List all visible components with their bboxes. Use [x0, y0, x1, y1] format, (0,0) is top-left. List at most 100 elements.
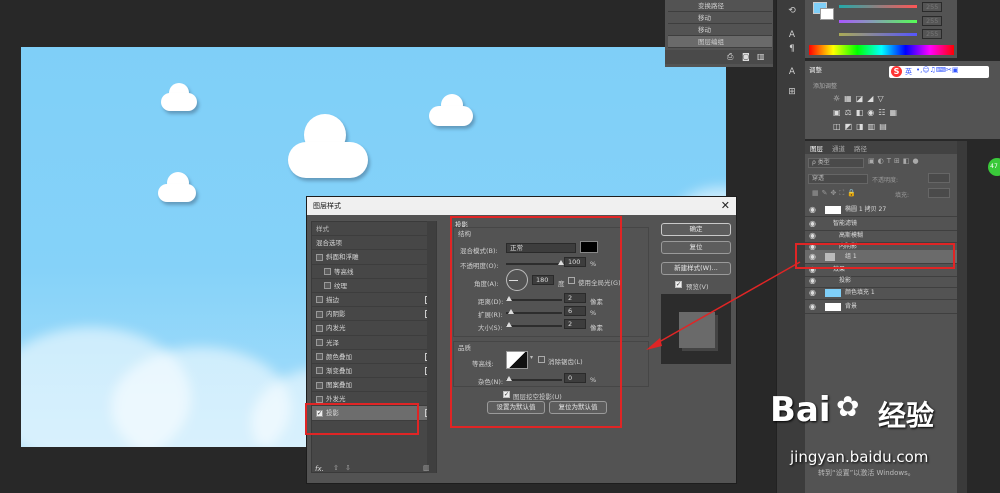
- paragraph-icon[interactable]: ¶: [783, 44, 801, 58]
- layer-row[interactable]: ◉ 颜色填充 1: [805, 286, 957, 300]
- tab-adjust[interactable]: 调整: [809, 64, 822, 74]
- style-checkbox[interactable]: [316, 395, 323, 403]
- close-icon[interactable]: ✕: [721, 199, 730, 212]
- layer-filter[interactable]: ρ 类型: [808, 158, 864, 168]
- layers-tab-0[interactable]: 图层: [810, 143, 823, 153]
- style-label: 等高线: [334, 267, 354, 276]
- adjustments-panel: 调整 添加调整 S 英 •,☺♫⌨✂▣ ☼▦◪◢▽ ▣⚖◧◉☷▦ ◫◩◨▥▤: [805, 61, 1000, 139]
- history-item[interactable]: 变换路径: [668, 0, 772, 12]
- blend-options-item[interactable]: 混合选项: [312, 236, 436, 251]
- style-item[interactable]: 描边+: [312, 293, 436, 308]
- highlight-shadow-item: [305, 403, 419, 435]
- style-item[interactable]: 纹理: [312, 279, 436, 293]
- adjust-icons-row3[interactable]: ◫◩◨▥▤: [833, 122, 891, 131]
- layer-name: 背景: [845, 303, 858, 310]
- layers-tab-2[interactable]: 路径: [854, 143, 867, 153]
- style-checkbox[interactable]: [324, 282, 331, 290]
- style-checkbox[interactable]: [316, 353, 323, 361]
- layers-tabs: 图层 通道 路径: [805, 141, 957, 154]
- history-item[interactable]: 移动: [668, 24, 772, 36]
- style-item[interactable]: 光泽: [312, 336, 436, 350]
- snapshot-icon[interactable]: ⎙: [727, 52, 733, 62]
- layers-tab-1[interactable]: 通道: [832, 143, 845, 153]
- trash-icon[interactable]: ▥: [757, 52, 765, 61]
- style-label: 内阴影: [326, 310, 346, 319]
- visibility-eye-icon[interactable]: ◉: [809, 203, 816, 217]
- highlight-shadow-pane: [450, 216, 622, 428]
- glyph-icon[interactable]: A: [783, 67, 801, 81]
- style-label: 内发光: [326, 324, 346, 333]
- style-item[interactable]: 内发光: [312, 321, 436, 336]
- green-value[interactable]: 255: [922, 16, 942, 26]
- visibility-eye-icon[interactable]: ◉: [809, 300, 816, 314]
- history-brush-icon[interactable]: ⟲: [783, 6, 801, 20]
- layer-fill-field[interactable]: [928, 188, 950, 198]
- layer-name: 颜色填充 1: [845, 289, 875, 296]
- style-item[interactable]: 等高线: [312, 265, 436, 279]
- style-checkbox[interactable]: [316, 310, 323, 318]
- camera-icon[interactable]: ◙: [742, 52, 750, 61]
- style-label: 描边: [326, 295, 339, 304]
- history-item[interactable]: 图层编组: [668, 36, 772, 48]
- ok-button[interactable]: 确定: [661, 223, 731, 236]
- style-checkbox[interactable]: [316, 339, 323, 346]
- color-ramp[interactable]: [809, 45, 954, 55]
- character-icon[interactable]: A: [783, 30, 801, 44]
- history-item[interactable]: 移动: [668, 12, 772, 24]
- blue-value[interactable]: 255: [922, 29, 942, 39]
- style-label: 斜面和浮雕: [326, 253, 359, 262]
- properties-icon[interactable]: ⊞: [783, 87, 801, 101]
- style-checkbox[interactable]: [316, 296, 323, 304]
- fx-icon[interactable]: fx.: [315, 465, 324, 473]
- color-panel: 255 255 255: [805, 0, 957, 58]
- adjust-icons-row1[interactable]: ☼▦◪◢▽: [833, 94, 888, 103]
- style-label: 渐变叠加: [326, 366, 352, 375]
- baidu-watermark: Bai ✿ 经验: [770, 388, 970, 448]
- move-up-icon[interactable]: ⇧: [333, 464, 339, 472]
- style-checkbox[interactable]: [316, 253, 323, 261]
- layer-opacity-field[interactable]: [928, 173, 950, 183]
- adjust-icons-row2[interactable]: ▣⚖◧◉☷▦: [833, 108, 901, 117]
- green-slider[interactable]: [839, 20, 917, 23]
- style-label: 光泽: [326, 338, 339, 347]
- style-label: 颜色叠加: [326, 352, 352, 361]
- visibility-eye-icon[interactable]: ◉: [809, 286, 816, 300]
- layer-filter-icons[interactable]: ▣◐T⊞◧●: [868, 157, 922, 165]
- layer-row[interactable]: ◉ 背景: [805, 300, 957, 314]
- style-item[interactable]: 斜面和浮雕: [312, 250, 436, 265]
- layer-thumbnail: [825, 303, 841, 311]
- style-item[interactable]: 渐变叠加+: [312, 364, 436, 379]
- styles-scrollbar[interactable]: [427, 221, 436, 473]
- watermark-url: jingyan.baidu.com: [790, 448, 929, 466]
- style-checkbox[interactable]: [316, 367, 323, 375]
- delete-effect-icon[interactable]: ▥: [423, 464, 430, 472]
- style-checkbox[interactable]: [324, 268, 331, 276]
- style-item[interactable]: 内阴影+: [312, 307, 436, 322]
- blend-mode-select[interactable]: 穿透: [808, 174, 868, 184]
- layer-lock-icons[interactable]: ▦✎✥⛶🔒: [812, 189, 859, 198]
- red-slider[interactable]: [839, 5, 917, 8]
- dialog-titlebar[interactable]: 图层样式 ✕: [307, 197, 736, 215]
- red-value[interactable]: 255: [922, 2, 942, 12]
- brand-left: Bai: [770, 390, 831, 430]
- ime-icons[interactable]: •,☺♫⌨✂▣: [916, 66, 959, 74]
- styles-header: 样式: [312, 222, 436, 237]
- history-toolbar: ⎙ ◙ ▥: [665, 50, 773, 64]
- style-checkbox[interactable]: [316, 381, 323, 389]
- blue-slider[interactable]: [839, 33, 917, 36]
- dialog-title: 图层样式: [313, 202, 341, 210]
- workspace-top: [0, 0, 665, 47]
- adjust-subtitle: 添加调整: [813, 83, 838, 90]
- bg-color-swatch[interactable]: [820, 8, 834, 20]
- style-checkbox[interactable]: [316, 324, 323, 332]
- style-item[interactable]: 图案叠加: [312, 378, 436, 393]
- highlight-effects-layer: [795, 243, 955, 269]
- style-item[interactable]: 颜色叠加+: [312, 350, 436, 364]
- ime-lang[interactable]: 英: [905, 67, 912, 77]
- style-label: 图案叠加: [326, 381, 352, 390]
- reset-button[interactable]: 复位: [661, 241, 731, 254]
- layer-row[interactable]: ◉ 椭圆 1 拷贝 27: [805, 203, 957, 217]
- notification-badge[interactable]: 47: [988, 158, 1000, 176]
- ime-toolbar[interactable]: S 英 •,☺♫⌨✂▣: [889, 66, 989, 78]
- move-down-icon[interactable]: ⇩: [345, 464, 351, 472]
